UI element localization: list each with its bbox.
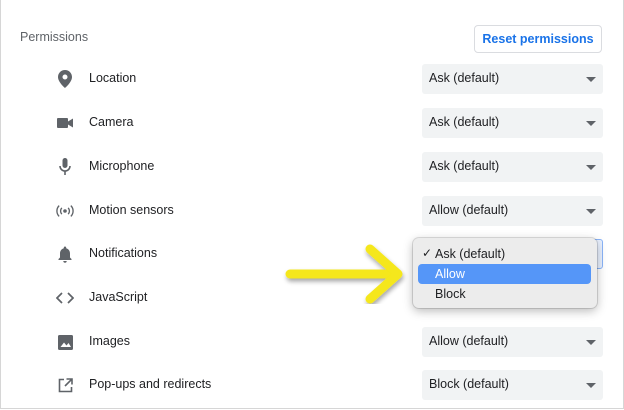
dropdown-option-block[interactable]: Block bbox=[418, 284, 591, 304]
popups-select[interactable]: Block (default) bbox=[422, 370, 603, 400]
select-value: Allow (default) bbox=[429, 203, 509, 217]
permission-label: Location bbox=[89, 71, 137, 85]
location-pin-icon bbox=[56, 70, 74, 88]
caret-down-icon bbox=[586, 340, 596, 345]
caret-down-icon bbox=[586, 209, 596, 214]
select-value: Block (default) bbox=[429, 377, 509, 391]
annotation-arrow-icon bbox=[285, 244, 403, 304]
popup-icon bbox=[56, 376, 74, 394]
permission-label: Pop-ups and redirects bbox=[89, 377, 212, 391]
microphone-icon bbox=[56, 158, 74, 176]
camera-select[interactable]: Ask (default) bbox=[422, 108, 603, 138]
select-value: Allow (default) bbox=[429, 334, 509, 348]
caret-down-icon bbox=[586, 165, 596, 170]
image-icon bbox=[56, 333, 74, 351]
permission-label: Camera bbox=[89, 115, 134, 129]
permission-row-images: Images Allow (default) bbox=[0, 327, 624, 357]
permission-row-popups: Pop-ups and redirects Block (default) bbox=[0, 370, 624, 400]
motion-sensors-select[interactable]: Allow (default) bbox=[422, 196, 603, 226]
dropdown-option-allow[interactable]: Allow bbox=[418, 264, 591, 284]
images-select[interactable]: Allow (default) bbox=[422, 327, 603, 357]
checkmark-icon: ✓ bbox=[422, 246, 433, 260]
bell-icon bbox=[56, 245, 74, 263]
select-value: Ask (default) bbox=[429, 159, 500, 173]
permission-label: JavaScript bbox=[89, 290, 148, 304]
dropdown-option-ask[interactable]: ✓ Ask (default) bbox=[418, 244, 591, 264]
caret-down-icon bbox=[586, 383, 596, 388]
permission-label: Motion sensors bbox=[89, 203, 174, 217]
reset-permissions-button[interactable]: Reset permissions bbox=[474, 25, 602, 53]
option-label: Block bbox=[435, 287, 466, 301]
section-title: Permissions bbox=[20, 30, 89, 44]
permission-row-motion-sensors: Motion sensors Allow (default) bbox=[0, 196, 624, 226]
caret-down-icon bbox=[586, 121, 596, 126]
caret-down-icon bbox=[586, 77, 596, 82]
option-label: Ask (default) bbox=[435, 247, 506, 261]
select-value: Ask (default) bbox=[429, 71, 500, 85]
permission-label: Images bbox=[89, 334, 130, 348]
notifications-dropdown-menu: ✓ Ask (default) Allow Block bbox=[413, 238, 597, 308]
code-brackets-icon bbox=[56, 289, 74, 307]
option-label: Allow bbox=[435, 267, 465, 281]
permission-label: Microphone bbox=[89, 159, 155, 173]
select-value: Ask (default) bbox=[429, 115, 500, 129]
location-select[interactable]: Ask (default) bbox=[422, 64, 603, 94]
permission-row-camera: Camera Ask (default) bbox=[0, 108, 624, 138]
motion-sensors-icon bbox=[56, 202, 74, 220]
permission-row-location: Location Ask (default) bbox=[0, 64, 624, 94]
microphone-select[interactable]: Ask (default) bbox=[422, 152, 603, 182]
permission-label: Notifications bbox=[89, 246, 158, 260]
permission-row-microphone: Microphone Ask (default) bbox=[0, 152, 624, 182]
camera-icon bbox=[56, 114, 74, 132]
